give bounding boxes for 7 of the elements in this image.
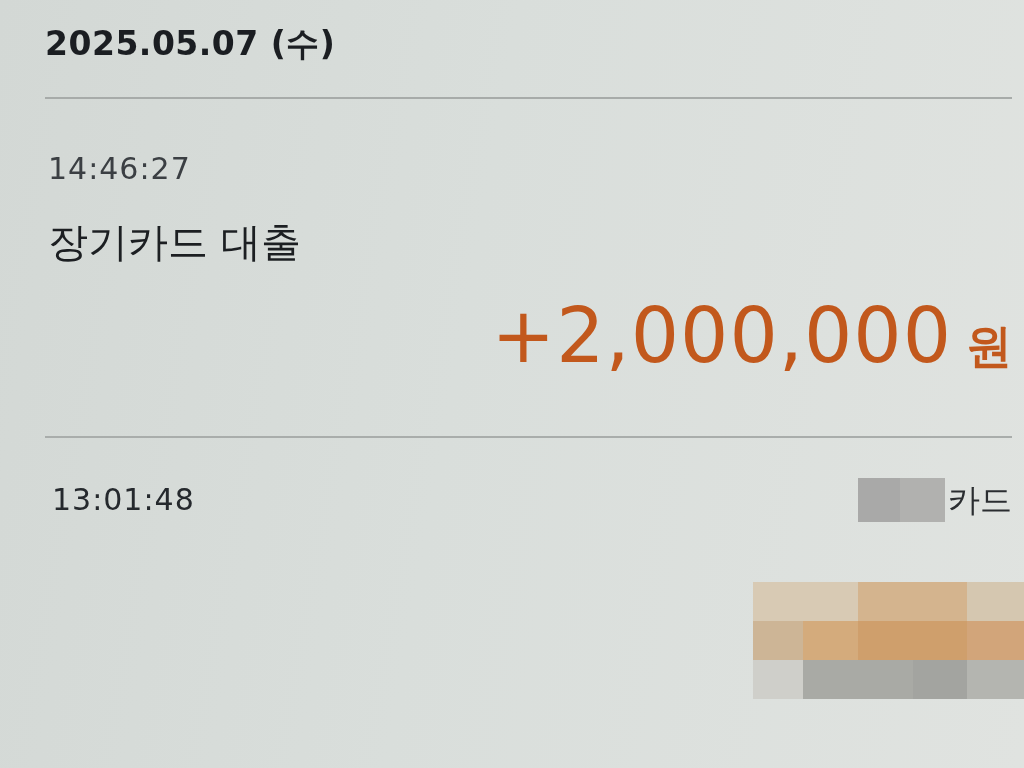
transaction-title: 장기카드 대출 [48, 218, 301, 267]
date-header: 2025.05.07 (수) [45, 23, 336, 65]
transaction-amount: +2,000,000 [491, 293, 952, 379]
currency-unit: 원 [966, 318, 1012, 374]
merchant-name: 카드 [948, 480, 1012, 521]
transaction-time: 14:46:27 [48, 150, 191, 188]
transaction-time: 13:01:48 [52, 481, 195, 519]
